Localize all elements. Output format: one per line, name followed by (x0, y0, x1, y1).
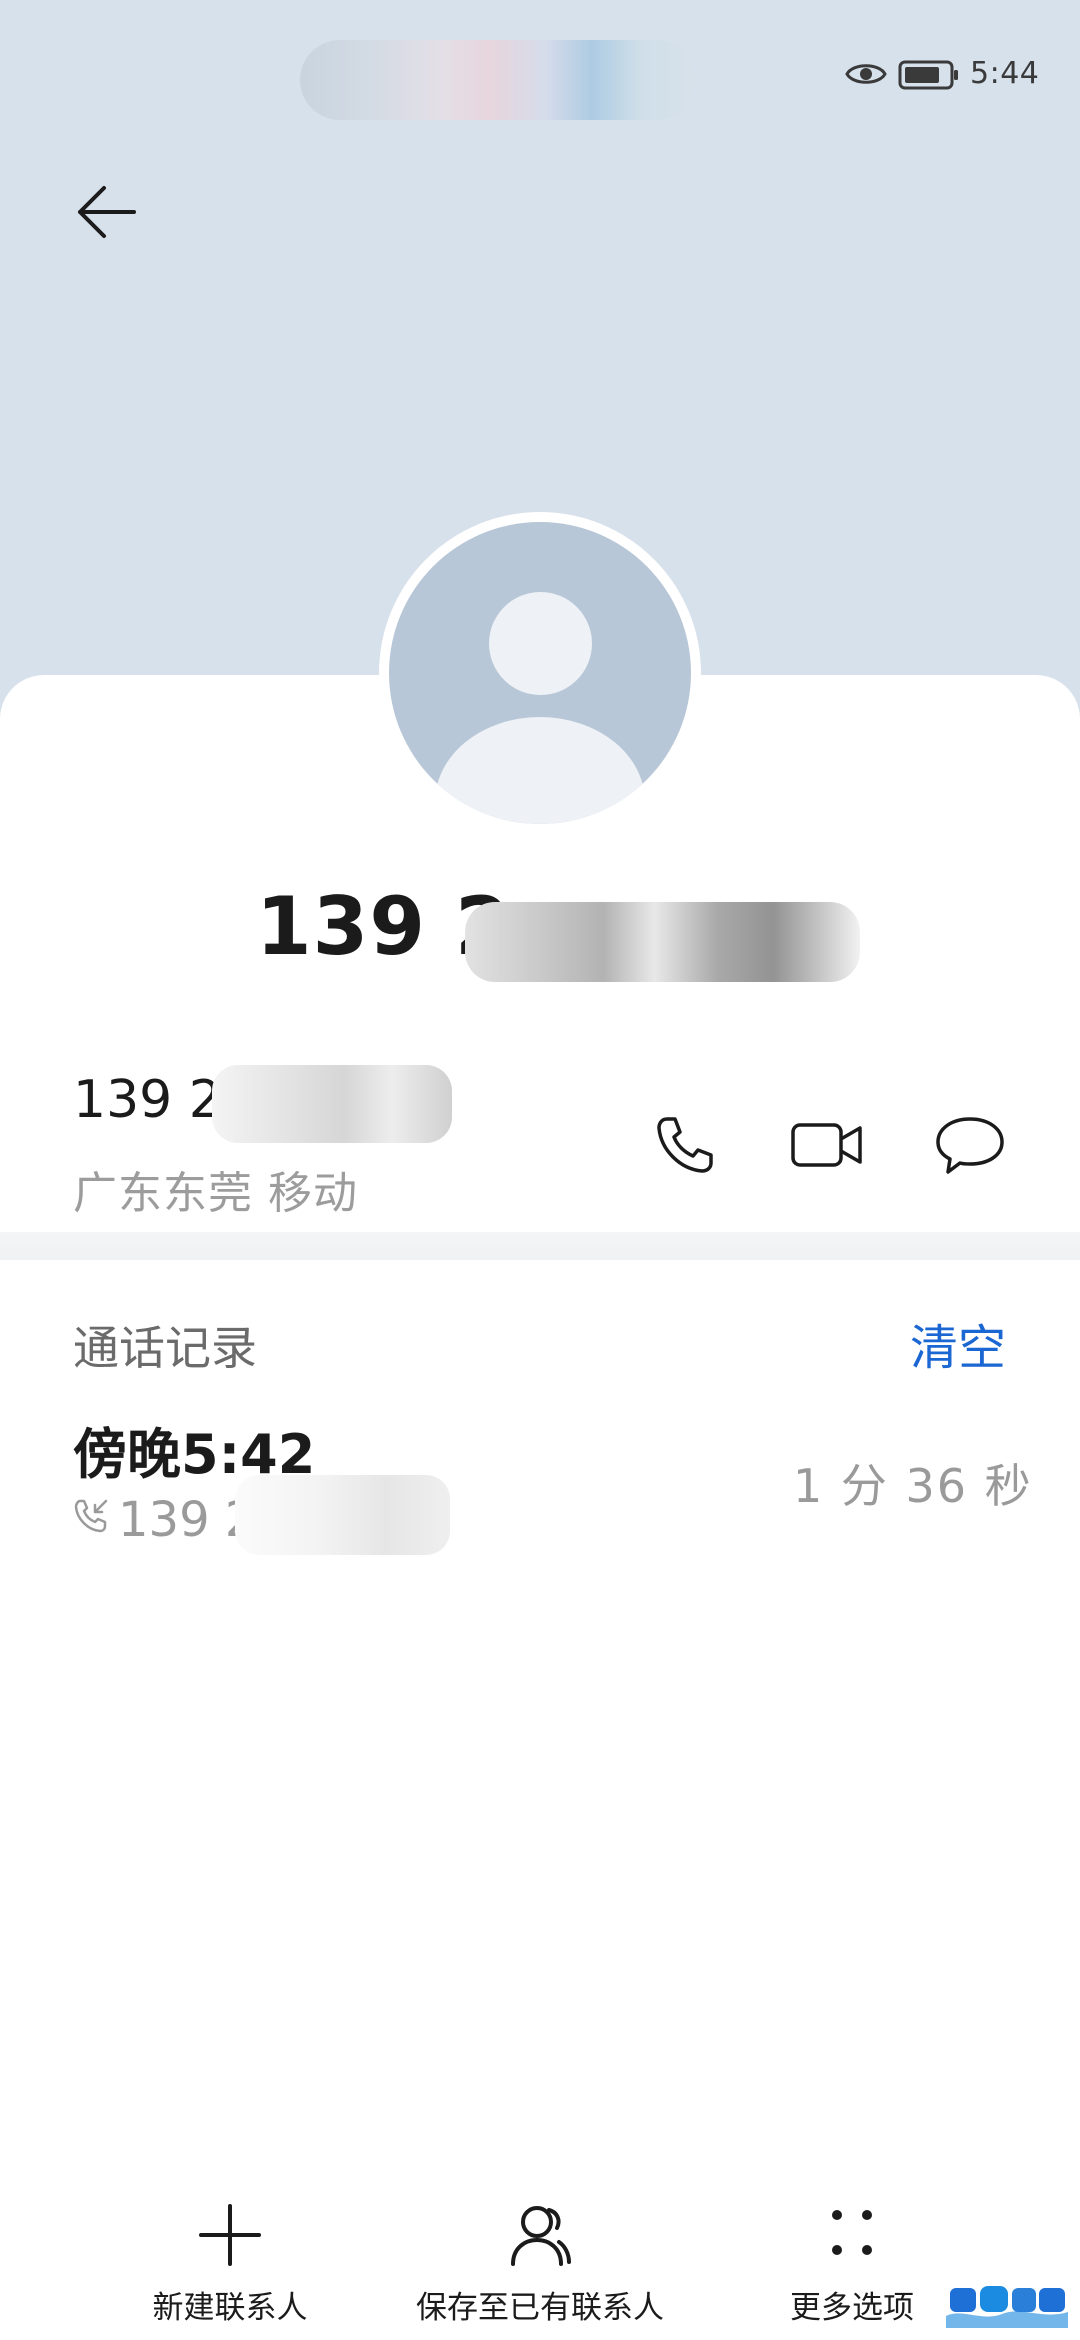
phone-icon (657, 1117, 713, 1173)
call-log-title: 通话记录 (73, 1321, 257, 1375)
bottom-action-bar: 新建联系人 保存至已有联系人 更多选项 (0, 2190, 1080, 2340)
avatar-head-shape (489, 592, 592, 695)
status-notifications-blurred (300, 40, 695, 120)
person-icon (511, 2206, 571, 2266)
status-bar: 5:44 (0, 0, 1080, 150)
more-options-button[interactable]: 更多选项 (752, 2190, 952, 2330)
call-log-entry[interactable]: 傍晚5:42 139 2 1 分 36 秒 (0, 1400, 1080, 1570)
title-row: 139 2 (0, 880, 1080, 1000)
battery-icon (898, 60, 958, 90)
message-button[interactable] (930, 1105, 1010, 1185)
call-button[interactable] (645, 1105, 725, 1185)
video-call-button[interactable] (788, 1105, 868, 1185)
clear-call-log-button[interactable]: 清空 (910, 1308, 1006, 1378)
call-log-duration: 1 分 36 秒 (793, 1459, 1033, 1513)
status-time: 5:44 (970, 56, 1040, 91)
title-redaction (465, 902, 860, 982)
plus-icon (199, 2204, 261, 2266)
phone-location: 广东东莞 移动 (73, 1168, 358, 1219)
back-button[interactable] (64, 170, 148, 254)
call-log-header: 通话记录 清空 (0, 1300, 1080, 1390)
section-divider (0, 1232, 1080, 1260)
new-contact-button[interactable]: 新建联系人 (130, 2190, 330, 2330)
watermark-logo (946, 2286, 1068, 2328)
new-contact-label: 新建联系人 (152, 2290, 308, 2326)
save-to-existing-label: 保存至已有联系人 (416, 2290, 664, 2326)
avatar[interactable] (389, 522, 691, 824)
avatar-body-shape (435, 717, 645, 824)
four-dots-icon (832, 2210, 872, 2255)
phone-number: 139 2 (73, 1070, 222, 1130)
video-camera-icon (791, 1123, 862, 1167)
incoming-call-icon (74, 1499, 108, 1533)
message-bubble-icon (936, 1117, 1004, 1174)
number-redaction (212, 1065, 452, 1143)
arrow-left-icon (78, 186, 136, 238)
save-to-existing-contact-button[interactable]: 保存至已有联系人 (400, 2190, 680, 2330)
more-options-label: 更多选项 (790, 2290, 914, 2326)
eye-icon (845, 64, 887, 84)
number-row[interactable]: 139 2 广东东莞 移动 (0, 1040, 1080, 1220)
call-number-redaction (235, 1475, 450, 1555)
